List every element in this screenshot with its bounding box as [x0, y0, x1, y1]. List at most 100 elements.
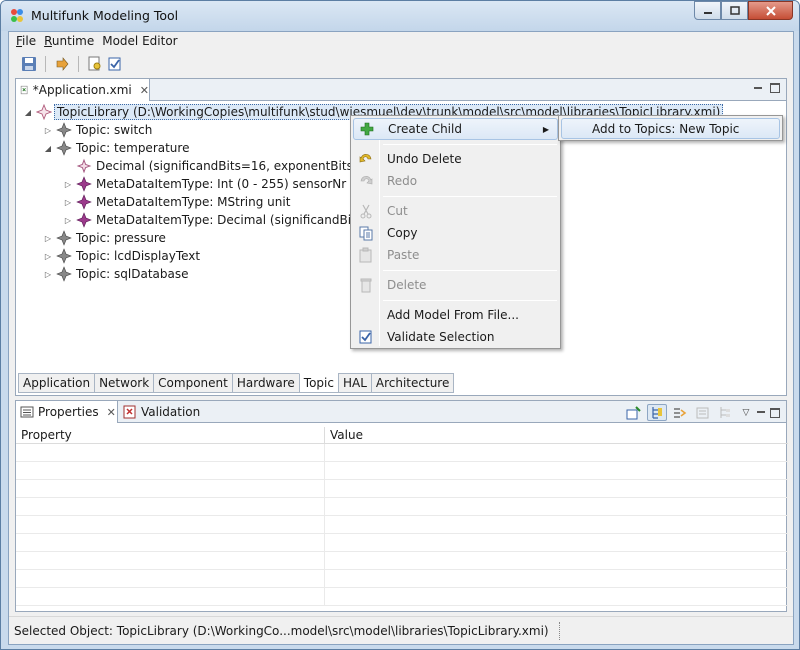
maximize-button[interactable]	[721, 1, 748, 20]
minimize-view-icon[interactable]	[756, 407, 767, 418]
menu-item-copy[interactable]: Copy	[353, 222, 558, 244]
tab-component[interactable]: Component	[153, 373, 233, 393]
menu-item-label: Validate Selection	[387, 330, 495, 344]
tree-node[interactable]: ▷ MetaDataItemType: MString unit	[62, 193, 292, 211]
menu-item-icon-slot	[353, 277, 379, 293]
tree-node[interactable]: ◢ Topic: temperature	[42, 139, 191, 157]
tab-application[interactable]: Application	[18, 373, 96, 393]
show-advanced-button[interactable]	[670, 404, 690, 421]
paste-icon	[359, 247, 372, 263]
save-icon	[22, 57, 36, 71]
run-arrow-icon	[56, 57, 69, 71]
tree-node[interactable]: ▷ MetaDataItemType: Decimal (significandB…	[62, 211, 389, 229]
table-row	[16, 462, 788, 480]
tree-node-label: Topic: pressure	[76, 231, 166, 245]
save-button[interactable]	[19, 54, 39, 74]
menu-item-undo-delete[interactable]: Undo Delete	[353, 148, 558, 170]
toolbar-separator	[78, 56, 79, 72]
validate-button[interactable]	[105, 54, 125, 74]
tab-hardware[interactable]: Hardware	[231, 373, 300, 393]
show-categories-button[interactable]	[647, 404, 667, 421]
pin-view-button[interactable]	[624, 404, 644, 421]
tree-node-label: Decimal (significandBits=16, exponentBit…	[96, 159, 383, 173]
main-toolbar	[9, 53, 793, 75]
close-button[interactable]	[748, 1, 793, 20]
tab-hal[interactable]: HAL	[337, 373, 372, 393]
minimize-icon	[703, 11, 712, 14]
topic-icon	[56, 266, 72, 282]
menu-item-create-child[interactable]: Create Child ▶	[353, 118, 558, 140]
properties-table-header: Property Value	[16, 427, 788, 444]
xmi-file-icon	[20, 85, 28, 95]
menu-item-validate-selection[interactable]: Validate Selection	[353, 326, 558, 348]
expand-icon[interactable]: ▷	[42, 252, 54, 261]
menu-runtime[interactable]: Runtime	[43, 32, 101, 52]
tree-node[interactable]: ▷ MetaDataItemType: Int (0 - 255) sensorN…	[62, 175, 348, 193]
menu-separator	[383, 144, 557, 145]
table-row	[16, 534, 788, 552]
tab-topic[interactable]: Topic	[298, 373, 339, 393]
tree-node[interactable]: ▷ Topic: pressure	[42, 229, 168, 247]
collapse-icon[interactable]: ◢	[42, 144, 54, 153]
expand-icon[interactable]: ▷	[42, 126, 54, 135]
tab-architecture[interactable]: Architecture	[370, 373, 455, 393]
maximize-view-icon[interactable]	[770, 83, 780, 93]
table-row	[16, 516, 788, 534]
properties-tab-bar: Properties ✕ Validation ▽	[16, 401, 786, 423]
collapse-icon[interactable]: ◢	[22, 108, 34, 117]
expand-icon[interactable]: ▷	[42, 234, 54, 243]
tab-validation[interactable]: Validation	[119, 401, 203, 423]
tree-node[interactable]: ▷ Topic: sqlDatabase	[42, 265, 191, 283]
tree-node-label: Topic: sqlDatabase	[76, 267, 189, 281]
pin-icon	[626, 405, 641, 419]
maximize-icon	[729, 6, 740, 15]
menu-item-delete: Delete	[353, 274, 558, 296]
topic-icon	[56, 230, 72, 246]
metadata-icon	[76, 212, 92, 228]
view-menu-icon[interactable]: ▽	[739, 408, 753, 418]
expand-icon[interactable]: ▷	[62, 180, 74, 189]
editor-view-controls	[753, 83, 780, 94]
tab-properties[interactable]: Properties ✕	[16, 401, 118, 423]
menu-file[interactable]: File	[15, 32, 43, 52]
add-model-button[interactable]	[85, 54, 105, 74]
expand-icon[interactable]: ▷	[42, 270, 54, 279]
submenu-arrow-icon: ▶	[542, 124, 549, 134]
expand-icon[interactable]: ▷	[62, 216, 74, 225]
tree-node-icon	[76, 194, 92, 210]
close-tab-icon[interactable]: ✕	[107, 406, 116, 419]
close-tab-icon[interactable]: ✕	[140, 84, 149, 97]
expand-icon[interactable]: ▷	[62, 198, 74, 207]
menu-item-redo: Redo	[353, 170, 558, 192]
tree-node-label: MetaDataItemType: Decimal (significandBi…	[96, 213, 388, 227]
topic-icon	[56, 248, 72, 264]
tab-application-xmi[interactable]: *Application.xmi ✕	[16, 79, 150, 101]
toolbar-separator	[45, 56, 46, 72]
menu-item-label: Redo	[387, 174, 418, 188]
tree-node-icon	[76, 176, 92, 192]
minimize-view-icon[interactable]	[753, 83, 764, 94]
tree-node[interactable]: ▷ Topic: lcdDisplayText	[42, 247, 202, 265]
column-header-property[interactable]: Property	[16, 427, 325, 443]
tree-node-label: Topic: temperature	[76, 141, 190, 155]
properties-icon	[20, 406, 34, 418]
tab-network[interactable]: Network	[94, 373, 155, 393]
tree-node[interactable]: ▷ Topic: switch	[42, 121, 154, 139]
menu-model-editor[interactable]: Model Editor	[101, 32, 184, 52]
minimize-button[interactable]	[694, 1, 721, 20]
menu-item-add-model-from-file[interactable]: Add Model From File...	[353, 304, 558, 326]
run-button[interactable]	[52, 54, 72, 74]
title-bar[interactable]: Multifunk Modeling Tool	[1, 1, 799, 31]
tree-node[interactable]: Decimal (significandBits=16, exponentBit…	[62, 157, 385, 175]
column-header-value[interactable]: Value	[325, 427, 788, 443]
maximize-view-icon[interactable]	[770, 407, 780, 418]
menu-item-icon-slot	[353, 151, 379, 167]
table-row	[16, 480, 788, 498]
validation-icon	[123, 405, 136, 419]
menu-item-label: Delete	[387, 278, 427, 292]
menu-item-label: Cut	[387, 204, 408, 218]
menu-item-icon-slot	[353, 225, 379, 241]
menu-item-paste: Paste	[353, 244, 558, 266]
status-separator	[558, 621, 561, 640]
submenu-item-add-new-topic[interactable]: Add to Topics: New Topic	[561, 118, 780, 139]
